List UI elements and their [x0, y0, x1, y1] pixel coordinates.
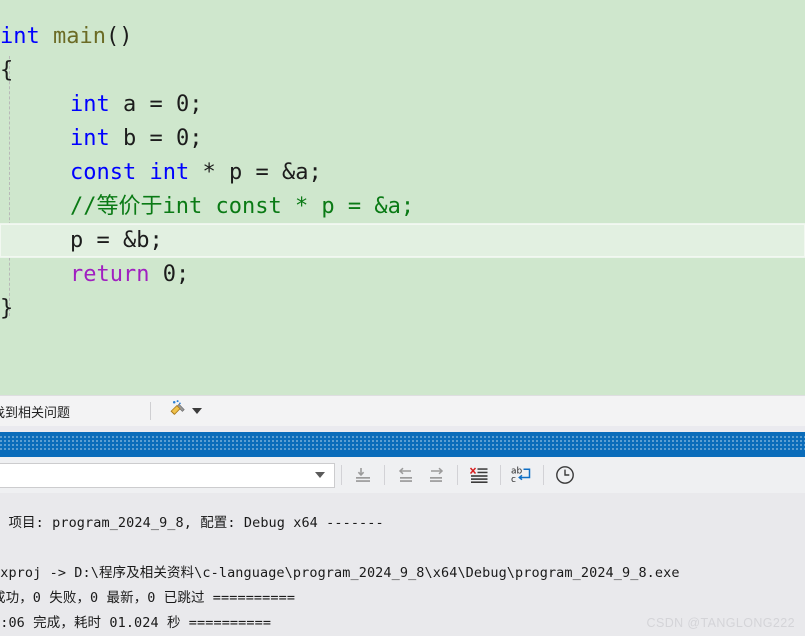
- code-token: }: [0, 296, 14, 321]
- code-line-text: int b = 0;: [70, 122, 202, 156]
- code-line[interactable]: int a = 0;: [0, 88, 805, 122]
- code-line[interactable]: int main(): [0, 20, 805, 54]
- code-token: ;: [175, 262, 190, 287]
- output-line: cxproj -> D:\程序及相关资料\c-language\program_…: [0, 565, 680, 581]
- code-token: const: [70, 160, 137, 185]
- code-token: return: [70, 262, 150, 287]
- toolbar-separator: [457, 465, 458, 485]
- go-to-previous-button[interactable]: [391, 462, 421, 488]
- code-line-text: return 0;: [70, 258, 189, 292]
- code-line-text: //等价于int const * p = &a;: [70, 190, 414, 224]
- code-token: 0: [175, 92, 190, 117]
- code-token: int: [149, 160, 190, 185]
- code-line-text: }: [0, 292, 13, 326]
- toolbar-separator: [543, 465, 544, 485]
- chevron-down-icon[interactable]: [315, 472, 325, 478]
- code-line[interactable]: return 0;: [0, 258, 805, 292]
- code-line[interactable]: const int * p = &a;: [0, 156, 805, 190]
- toolbar-separator: [341, 465, 342, 485]
- code-token: (): [105, 24, 133, 49]
- output-panel-title-bar[interactable]: [0, 432, 805, 457]
- code-line-text: {: [0, 54, 13, 88]
- output-panel-toolbar: ab c: [0, 457, 805, 493]
- code-line-text: int main(): [0, 20, 132, 54]
- panel-drag-grip[interactable]: [0, 436, 805, 452]
- code-token: p = &b;: [70, 228, 163, 253]
- toolbar-separator: [384, 465, 385, 485]
- output-line: 成功，0 失败，0 最新，0 已跳过 ==========: [0, 590, 296, 606]
- watermark: CSDN @TANGLONG222: [646, 616, 795, 630]
- code-token: 0: [175, 126, 190, 151]
- code-line[interactable]: p = &b;: [0, 224, 805, 258]
- go-to-message-button[interactable]: [348, 462, 378, 488]
- code-line[interactable]: {: [0, 54, 805, 88]
- code-line-text: int a = 0;: [70, 88, 202, 122]
- code-token: ;: [189, 92, 203, 117]
- code-line-text: p = &b;: [70, 224, 163, 258]
- broom-icon[interactable]: [168, 399, 187, 423]
- code-token: int: [70, 92, 110, 117]
- code-line-text: const int * p = &a;: [70, 156, 322, 190]
- output-line: 项目: program_2024_9_8, 配置: Debug x64 ----…: [0, 515, 384, 531]
- go-to-next-button[interactable]: [421, 462, 451, 488]
- chevron-down-icon[interactable]: [192, 408, 202, 414]
- code-editor[interactable]: int main(){int a = 0; int b = 0; const int…: [0, 0, 805, 395]
- output-source-combobox[interactable]: [0, 462, 335, 488]
- clear-all-button[interactable]: [464, 462, 494, 488]
- editor-status-bar: 找到相关问题: [0, 395, 805, 427]
- toggle-word-wrap-button[interactable]: ab c: [507, 462, 537, 488]
- code-token: b =: [109, 126, 176, 151]
- output-pane[interactable]: 项目: program_2024_9_8, 配置: Debug x64 ----…: [0, 493, 805, 636]
- code-cleanup-control[interactable]: [168, 399, 202, 423]
- code-token: int: [70, 126, 110, 151]
- code-token: int: [0, 24, 40, 49]
- output-line: 1:06 完成，耗时 01.024 秒 ==========: [0, 615, 272, 631]
- svg-text:c: c: [511, 475, 516, 485]
- code-line[interactable]: int b = 0;: [0, 122, 805, 156]
- status-message: 找到相关问题: [0, 404, 71, 420]
- code-token: //等价于int const * p = &a;: [70, 194, 415, 219]
- code-token: * p = &a;: [189, 160, 322, 185]
- code-line[interactable]: //等价于int const * p = &a;: [0, 190, 805, 224]
- code-token: ;: [189, 126, 203, 151]
- code-token: 0: [162, 262, 176, 287]
- toolbar-separator: [500, 465, 501, 485]
- code-token: main: [53, 24, 106, 49]
- status-separator: [150, 402, 151, 420]
- code-token: {: [0, 58, 14, 83]
- code-token: a =: [109, 92, 176, 117]
- show-output-history-button[interactable]: [550, 462, 580, 488]
- code-line[interactable]: }: [0, 292, 805, 326]
